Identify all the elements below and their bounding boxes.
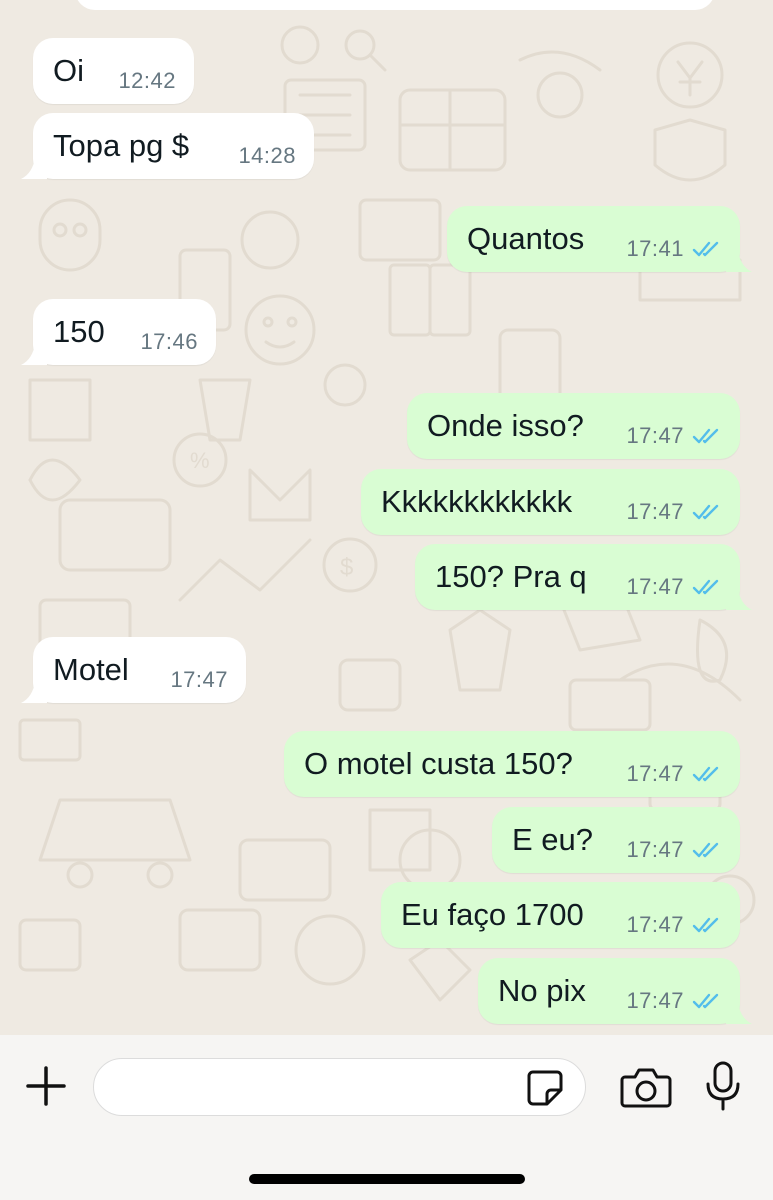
message-timestamp: 17:47 xyxy=(626,837,684,862)
message-timestamp: 17:47 xyxy=(626,423,684,448)
message-timestamp: 17:47 xyxy=(626,499,684,524)
bubble-tail xyxy=(21,681,47,703)
read-receipt-icon xyxy=(692,504,719,520)
bubble-tail xyxy=(726,250,752,272)
message-timestamp: 17:47 xyxy=(170,667,228,692)
read-receipt-icon xyxy=(692,241,719,257)
message-outgoing[interactable]: No pix 17:47 xyxy=(478,958,752,1024)
message-text: Motel xyxy=(53,652,129,687)
message-incoming[interactable]: Motel 17:47 xyxy=(21,637,246,703)
sticker-icon[interactable] xyxy=(525,1068,565,1108)
message-outgoing[interactable]: 150? Pra q 17:47 xyxy=(415,544,752,610)
message-outgoing[interactable]: Onde isso? 17:47 xyxy=(407,393,740,459)
message-outgoing[interactable]: Eu faço 1700 17:47 xyxy=(381,882,740,948)
message-text: 150 xyxy=(53,314,105,349)
message-text: Eu faço 1700 xyxy=(401,897,584,932)
microphone-icon[interactable] xyxy=(703,1060,743,1112)
bubble-tail xyxy=(726,1002,752,1024)
message-outgoing[interactable]: Kkkkkkkkkkkk 17:47 xyxy=(361,469,740,535)
chat-area[interactable]: % $ Oi 12:42 Topa pg $ 14:28 Quantos 17:… xyxy=(0,0,773,1035)
previous-message-bubble xyxy=(75,0,715,10)
read-receipt-icon xyxy=(692,993,719,1009)
camera-icon[interactable] xyxy=(620,1063,672,1111)
message-timestamp: 17:41 xyxy=(626,236,684,261)
message-incoming[interactable]: 150 17:46 xyxy=(21,299,216,365)
bubble-tail xyxy=(21,157,47,179)
message-timestamp: 17:47 xyxy=(626,574,684,599)
read-receipt-icon xyxy=(692,579,719,595)
bubble-tail xyxy=(21,343,47,365)
message-text: Topa pg $ xyxy=(53,128,190,163)
svg-text:$: $ xyxy=(340,554,353,581)
message-text: O motel custa 150? xyxy=(304,746,573,781)
message-outgoing[interactable]: E eu? 17:47 xyxy=(492,807,740,873)
message-timestamp: 17:47 xyxy=(626,912,684,937)
message-input-box[interactable] xyxy=(93,1058,586,1116)
svg-text:%: % xyxy=(190,448,210,473)
message-text: E eu? xyxy=(512,822,594,857)
message-outgoing[interactable]: O motel custa 150? 17:47 xyxy=(284,731,740,797)
message-timestamp: 17:46 xyxy=(140,329,198,354)
home-indicator xyxy=(249,1174,525,1184)
read-receipt-icon xyxy=(692,842,719,858)
message-incoming[interactable]: Oi 12:42 xyxy=(33,38,194,104)
message-text: Oi xyxy=(53,53,84,88)
message-text: No pix xyxy=(498,973,586,1008)
message-timestamp: 17:47 xyxy=(626,761,684,786)
message-input[interactable] xyxy=(112,1069,516,1107)
read-receipt-icon xyxy=(692,917,719,933)
bubble-tail xyxy=(726,588,752,610)
message-timestamp: 12:42 xyxy=(118,68,176,93)
message-timestamp: 17:47 xyxy=(626,988,684,1013)
message-incoming[interactable]: Topa pg $ 14:28 xyxy=(21,113,314,179)
message-outgoing[interactable]: Quantos 17:41 xyxy=(447,206,752,272)
plus-icon[interactable] xyxy=(22,1062,70,1110)
message-text: Onde isso? xyxy=(427,408,584,443)
message-text: Kkkkkkkkkkkk xyxy=(381,484,573,519)
message-text: Quantos xyxy=(467,221,585,256)
read-receipt-icon xyxy=(692,428,719,444)
message-text: 150? Pra q xyxy=(435,559,587,594)
read-receipt-icon xyxy=(692,766,719,782)
message-timestamp: 14:28 xyxy=(238,143,296,168)
